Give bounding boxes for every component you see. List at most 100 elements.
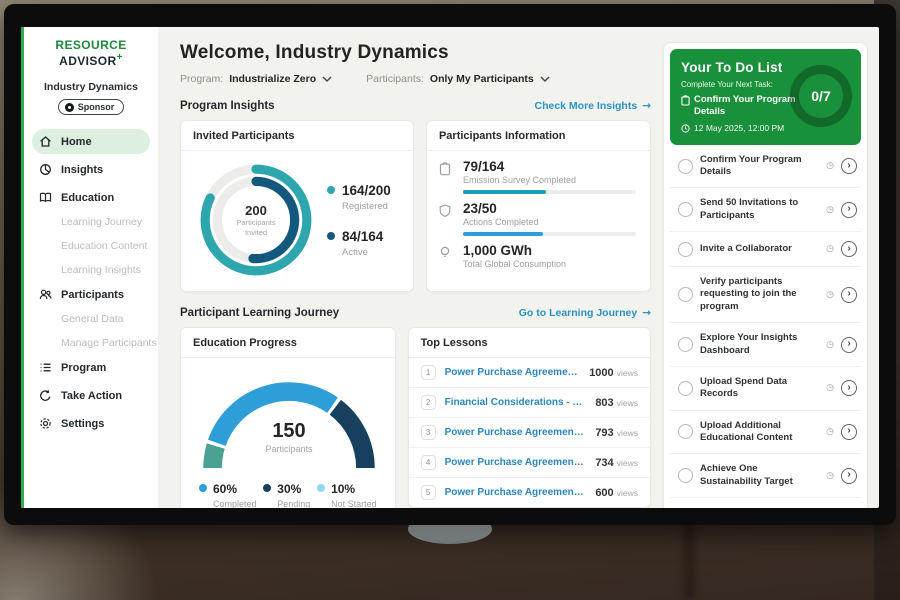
lesson-row: 2 Financial Considerations - VPPAs 803 v…	[409, 388, 650, 418]
legend-not-started: 10% Not Started	[317, 480, 377, 508]
clock-icon: ◷	[826, 427, 834, 437]
chevron-down-icon	[540, 76, 550, 82]
clipboard-icon	[439, 159, 454, 194]
sidebar-item-participants[interactable]: Participants	[24, 282, 158, 307]
program-select[interactable]: Program: Industrialize Zero	[180, 73, 332, 85]
background-seam	[683, 520, 695, 600]
action-icon	[39, 389, 52, 402]
insights-cards-row: Invited Participants 200 Participants In…	[180, 120, 651, 292]
legend-pending: 30% Pending	[263, 480, 310, 508]
task-checkbox[interactable]	[678, 468, 693, 483]
donut-center-value: 200	[245, 203, 267, 218]
lesson-link[interactable]: Power Purchase Agreements 102	[445, 457, 587, 468]
participants-select[interactable]: Participants: Only My Participants	[366, 73, 550, 85]
page-title: Welcome, Industry Dynamics	[180, 42, 651, 64]
clock-icon: ◷	[826, 290, 834, 300]
clock-icon: ◷	[826, 161, 834, 171]
legend-active: 84/164 Active	[327, 228, 391, 258]
todo-card: Your To Do List Complete Your Next Task:…	[663, 42, 868, 508]
gauge-center-label: Participants	[191, 444, 387, 454]
sidebar-item-insights[interactable]: Insights	[24, 157, 158, 182]
sidebar-item-general-data[interactable]: General Data	[24, 307, 158, 331]
home-icon	[39, 135, 52, 148]
check-more-insights-link[interactable]: Check More Insights→	[534, 100, 651, 112]
stat-consumption: 1,000 GWh Total Global Consumption	[439, 243, 636, 269]
stat-actions-completed: 23/50 Actions Completed	[439, 201, 636, 236]
go-to-learning-journey-link[interactable]: Go to Learning Journey→	[519, 307, 651, 319]
task-row[interactable]: Explore Your Insights Dashboard ◷ ›	[670, 323, 861, 367]
emission-progress-fill	[463, 190, 546, 194]
app-logo: RESOURCE ADVISOR+	[24, 38, 158, 68]
sidebar-item-settings[interactable]: Settings	[24, 411, 158, 436]
donut-center-label: Participants Invited	[230, 218, 282, 238]
lesson-link[interactable]: Power Purchase Agreements 101	[445, 427, 587, 438]
task-open-button[interactable]: ›	[841, 158, 857, 174]
participants-information-card: Participants Information 79/164 Emission…	[426, 120, 651, 292]
gauge-center-value: 150	[191, 420, 387, 443]
task-row[interactable]: Upload Spend Data Records ◷ ›	[670, 367, 861, 411]
task-row[interactable]: Complete Your Learning Journey ◷ ›	[670, 498, 861, 508]
task-row[interactable]: Verify participants requesting to join t…	[670, 267, 861, 323]
sidebar-item-learning-insights[interactable]: Learning Insights	[24, 258, 158, 282]
clock-icon: ◷	[826, 205, 834, 215]
lesson-row: 1 Power Purchase Agreements 101 1000 vie…	[409, 358, 650, 388]
task-open-button[interactable]: ›	[841, 337, 857, 353]
task-row[interactable]: Upload Additional Educational Content ◷ …	[670, 411, 861, 455]
task-row[interactable]: Confirm Your Program Details ◷ ›	[670, 145, 861, 189]
emission-progress-track	[463, 190, 636, 194]
task-open-button[interactable]: ›	[841, 424, 857, 440]
task-open-button[interactable]: ›	[841, 202, 857, 218]
sponsor-badge[interactable]: Sponsor	[58, 99, 125, 115]
lessons-list: 1 Power Purchase Agreements 101 1000 vie…	[409, 358, 650, 507]
task-row[interactable]: Achieve One Sustainability Target ◷ ›	[670, 454, 861, 498]
sidebar-item-take-action[interactable]: Take Action	[24, 383, 158, 408]
lesson-link[interactable]: Power Purchase Agreements 103	[445, 487, 587, 498]
actions-progress-fill	[463, 232, 543, 236]
education-gauge-chart: 150 Participants	[191, 368, 387, 474]
sidebar-item-learning-journey[interactable]: Learning Journey	[24, 210, 158, 234]
bulb-icon	[439, 243, 454, 269]
sidebar-item-program[interactable]: Program	[24, 355, 158, 380]
clock-icon: ◷	[826, 383, 834, 393]
clock-icon: ◷	[826, 471, 834, 481]
task-open-button[interactable]: ›	[841, 468, 857, 484]
sidebar-item-education[interactable]: Education	[24, 185, 158, 210]
sidebar-item-home[interactable]: Home	[32, 129, 150, 154]
lesson-link[interactable]: Power Purchase Agreements 101	[445, 367, 581, 378]
education-legend: 60% Completed 30% Pending 10%	[191, 474, 385, 508]
task-checkbox[interactable]	[678, 159, 693, 174]
invited-participants-card: Invited Participants 200 Participants In…	[180, 120, 414, 292]
list-icon	[39, 361, 52, 374]
lesson-row: 4 Power Purchase Agreements 102 734 view…	[409, 448, 650, 478]
dashboard-screen: RESOURCE ADVISOR+ Industry Dynamics Spon…	[21, 27, 879, 508]
filter-bar: Program: Industrialize Zero Participants…	[180, 73, 651, 85]
actions-progress-track	[463, 232, 636, 236]
org-name: Industry Dynamics	[24, 81, 158, 93]
clock-icon: ◷	[826, 340, 834, 350]
lesson-link[interactable]: Financial Considerations - VPPAs	[445, 397, 587, 408]
task-row[interactable]: Send 50 Invitations to Participants ◷ ›	[670, 188, 861, 232]
clock-icon: ◷	[826, 244, 834, 254]
task-open-button[interactable]: ›	[841, 241, 857, 257]
task-row[interactable]: Invite a Collaborator ◷ ›	[670, 232, 861, 267]
sponsor-icon	[65, 103, 74, 112]
task-checkbox[interactable]	[678, 287, 693, 302]
task-checkbox[interactable]	[678, 202, 693, 217]
task-checkbox[interactable]	[678, 381, 693, 396]
arrow-right-icon: →	[642, 307, 651, 319]
shield-icon	[439, 201, 454, 236]
sidebar-item-education-content[interactable]: Education Content	[24, 234, 158, 258]
task-open-button[interactable]: ›	[841, 380, 857, 396]
task-open-button[interactable]: ›	[841, 287, 857, 303]
clock-icon	[681, 124, 690, 133]
lesson-row: 3 Power Purchase Agreements 101 793 view…	[409, 418, 650, 448]
monitor-frame: RESOURCE ADVISOR+ Industry Dynamics Spon…	[4, 4, 896, 525]
clipboard-icon	[681, 95, 690, 106]
lesson-row: 5 Power Purchase Agreements 103 600 view…	[409, 478, 650, 507]
sidebar-item-manage-participants[interactable]: Manage Participants	[24, 331, 158, 355]
task-checkbox[interactable]	[678, 242, 693, 257]
content-area: Welcome, Industry Dynamics Program: Indu…	[158, 27, 879, 508]
task-checkbox[interactable]	[678, 337, 693, 352]
task-checkbox[interactable]	[678, 424, 693, 439]
learning-journey-header: Participant Learning Journey Go to Learn…	[180, 307, 651, 319]
